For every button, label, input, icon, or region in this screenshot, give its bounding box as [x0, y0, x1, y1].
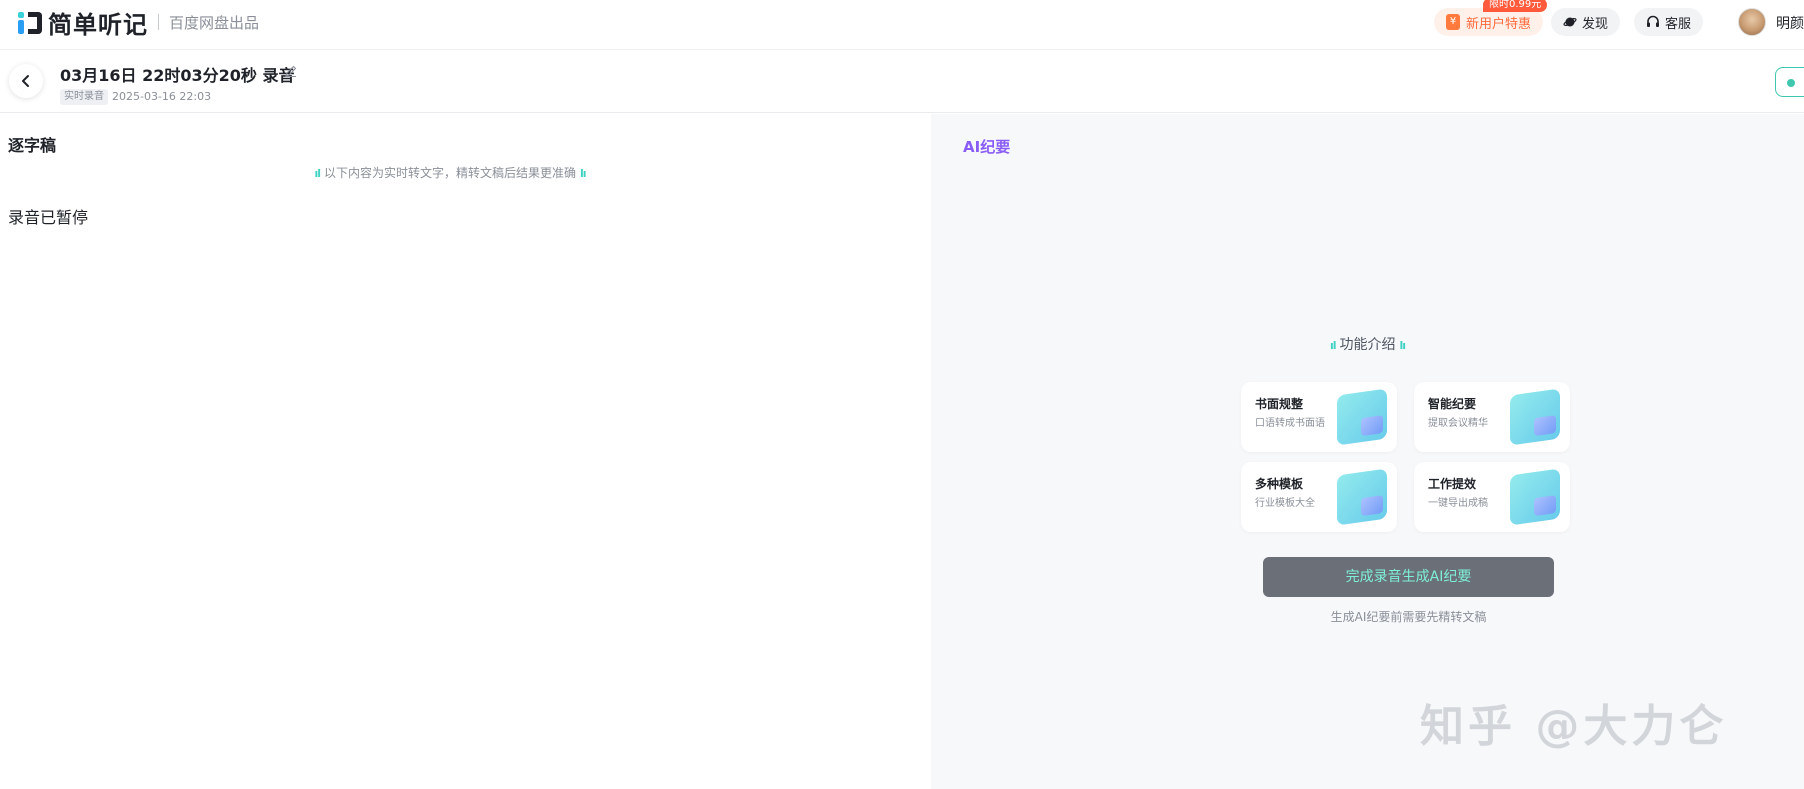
transcript-pane: 逐字稿 ıl 以下内容为实时转文字，精转文稿后结果更准确 lı 录音已暂停 — [0, 114, 931, 789]
top-navigation-bar: 简单听记 百度网盘出品 限时0.99元 ¥ 新用户特惠 发现 客服 明颜 — [0, 0, 1804, 50]
back-button[interactable] — [9, 64, 43, 98]
pencil-icon[interactable] — [284, 64, 298, 78]
chevron-left-icon — [22, 75, 29, 87]
ai-summary-title: AI纪要 — [963, 138, 1011, 156]
waveform-icon: lı — [1399, 339, 1406, 352]
record-dot-icon — [1787, 79, 1795, 87]
app-logo[interactable]: 简单听记 百度网盘出品 — [16, 7, 260, 39]
feature-card-title: 多种模板 — [1255, 477, 1304, 491]
recording-date: 2025-03-16 22:03 — [112, 90, 212, 103]
feature-intro-text: 功能介绍 — [1339, 337, 1396, 353]
generate-hint: 生成AI纪要前需要先精转文稿 — [1330, 610, 1487, 624]
recording-status: 录音已暂停 — [8, 208, 89, 227]
realtime-notice: ıl 以下内容为实时转文字，精转文稿后结果更准确 lı — [0, 164, 900, 181]
feature-card: 多种模板 行业模板大全 — [1241, 462, 1397, 532]
customer-service-label: 客服 — [1665, 16, 1692, 32]
logo-icon — [16, 8, 44, 36]
transcript-title: 逐字稿 — [8, 136, 57, 155]
feature-card-title: 工作提效 — [1428, 477, 1477, 491]
realtime-notice-text: 以下内容为实时转文字，精转文稿后结果更准确 — [323, 166, 576, 180]
efficiency-chart-icon — [1510, 468, 1560, 526]
headset-icon — [1647, 15, 1659, 27]
app-name: 简单听记 — [48, 10, 148, 39]
feature-card-title: 书面规整 — [1255, 397, 1304, 411]
feature-card-subtitle: 口语转成书面语 — [1255, 418, 1325, 429]
new-user-offer-button[interactable]: ¥ 新用户特惠 — [1434, 8, 1544, 36]
logo-divider — [158, 14, 159, 30]
generate-ai-summary-button[interactable]: 完成录音生成AI纪要 — [1263, 557, 1554, 597]
watermark: 知乎 @大力仑 — [1420, 701, 1728, 752]
waveform-icon: ıl — [314, 167, 320, 180]
feature-card: 工作提效 一键导出成稿 — [1414, 462, 1570, 532]
customer-service-button[interactable]: 客服 — [1634, 8, 1704, 36]
template-icon — [1337, 468, 1387, 526]
feature-card: 书面规整 口语转成书面语 — [1241, 382, 1397, 452]
recording-title: 03月16日 22时03分20秒 录音 — [60, 66, 295, 85]
user-avatar[interactable] — [1738, 8, 1766, 36]
discover-label: 发现 — [1582, 16, 1609, 32]
recording-action-button[interactable] — [1775, 67, 1804, 97]
recording-type-badge: 实时录音 — [60, 89, 108, 105]
planet-icon — [1563, 17, 1577, 27]
feature-card-title: 智能纪要 — [1428, 397, 1477, 411]
waveform-icon: lı — [580, 167, 586, 180]
ai-summary-icon — [1510, 388, 1560, 446]
discover-button[interactable]: 发现 — [1551, 8, 1621, 36]
recording-header: 03月16日 22时03分20秒 录音 实时录音 2025-03-16 22:0… — [0, 50, 1804, 113]
document-edit-icon — [1337, 388, 1387, 446]
waveform-icon: ıl — [1329, 339, 1336, 352]
promo-price-tag: 限时0.99元 — [1483, 0, 1548, 12]
app-publisher: 百度网盘出品 — [169, 13, 260, 32]
feature-intro-heading: ıl 功能介绍 lı — [931, 334, 1804, 354]
feature-card-subtitle: 行业模板大全 — [1255, 498, 1315, 509]
username[interactable]: 明颜 — [1776, 13, 1804, 33]
feature-card: 智能纪要 提取会议精华 — [1414, 382, 1570, 452]
coupon-icon: ¥ — [1446, 14, 1460, 30]
new-user-offer-label: 新用户特惠 — [1466, 16, 1532, 32]
feature-card-subtitle: 一键导出成稿 — [1428, 498, 1488, 509]
ai-summary-pane: AI纪要 ıl 功能介绍 lı 书面规整 口语转成书面语 智能纪要 提取会议精华 多… — [931, 114, 1804, 789]
feature-card-subtitle: 提取会议精华 — [1428, 418, 1488, 429]
